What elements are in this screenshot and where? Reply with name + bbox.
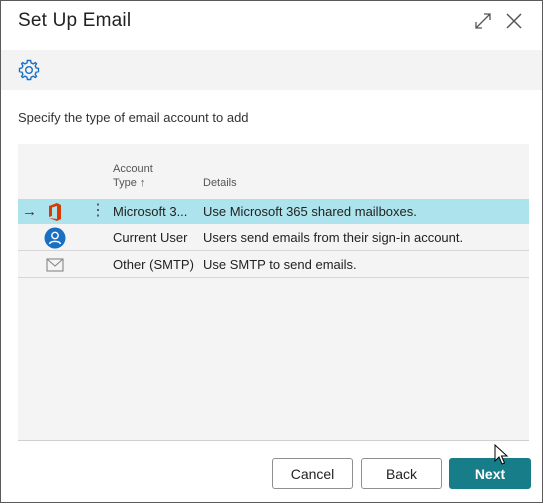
cancel-button[interactable]: Cancel xyxy=(272,458,353,489)
details-cell: Use Microsoft 365 shared mailboxes. xyxy=(203,204,417,219)
dialog-title: Set Up Email xyxy=(18,10,132,31)
column-header-account-type-line1: Account xyxy=(113,163,153,175)
column-header-account-type-line2: Type ↑ xyxy=(113,177,146,189)
next-button[interactable]: Next xyxy=(449,458,531,489)
mouse-pointer-icon xyxy=(494,443,510,468)
list-item[interactable]: Current User Users send emails from thei… xyxy=(18,225,529,251)
dialog-header: Set Up Email xyxy=(1,1,542,47)
action-bar xyxy=(1,50,542,90)
account-type-list: Account Type ↑ Details → ⋮ Microsoft 3..… xyxy=(18,144,529,441)
envelope-icon xyxy=(44,254,66,276)
back-button[interactable]: Back xyxy=(361,458,442,489)
column-header-details[interactable]: Details xyxy=(203,176,237,190)
expand-icon[interactable] xyxy=(473,11,493,31)
account-type-cell: Other (SMTP) xyxy=(113,257,194,272)
details-cell: Use SMTP to send emails. xyxy=(203,257,357,272)
list-item[interactable]: Other (SMTP) Use SMTP to send emails. xyxy=(18,252,529,278)
more-options-icon[interactable]: ⋮ xyxy=(90,200,106,220)
office-icon xyxy=(44,201,66,223)
details-cell: Users send emails from their sign-in acc… xyxy=(203,230,464,245)
set-up-email-dialog: Set Up Email Specify the type of email a… xyxy=(0,0,543,503)
list-item[interactable]: → ⋮ Microsoft 3... Use Microsoft 365 sha… xyxy=(18,199,529,224)
user-circle-icon xyxy=(44,227,66,249)
arrow-right-icon: → xyxy=(22,203,37,220)
account-type-cell: Current User xyxy=(113,230,188,245)
close-icon[interactable] xyxy=(504,11,524,31)
gear-icon[interactable] xyxy=(17,58,41,82)
account-type-cell: Microsoft 3... xyxy=(113,204,188,219)
column-header-account-type[interactable]: Account Type ↑ xyxy=(113,162,153,190)
instruction-text: Specify the type of email account to add xyxy=(18,110,249,125)
